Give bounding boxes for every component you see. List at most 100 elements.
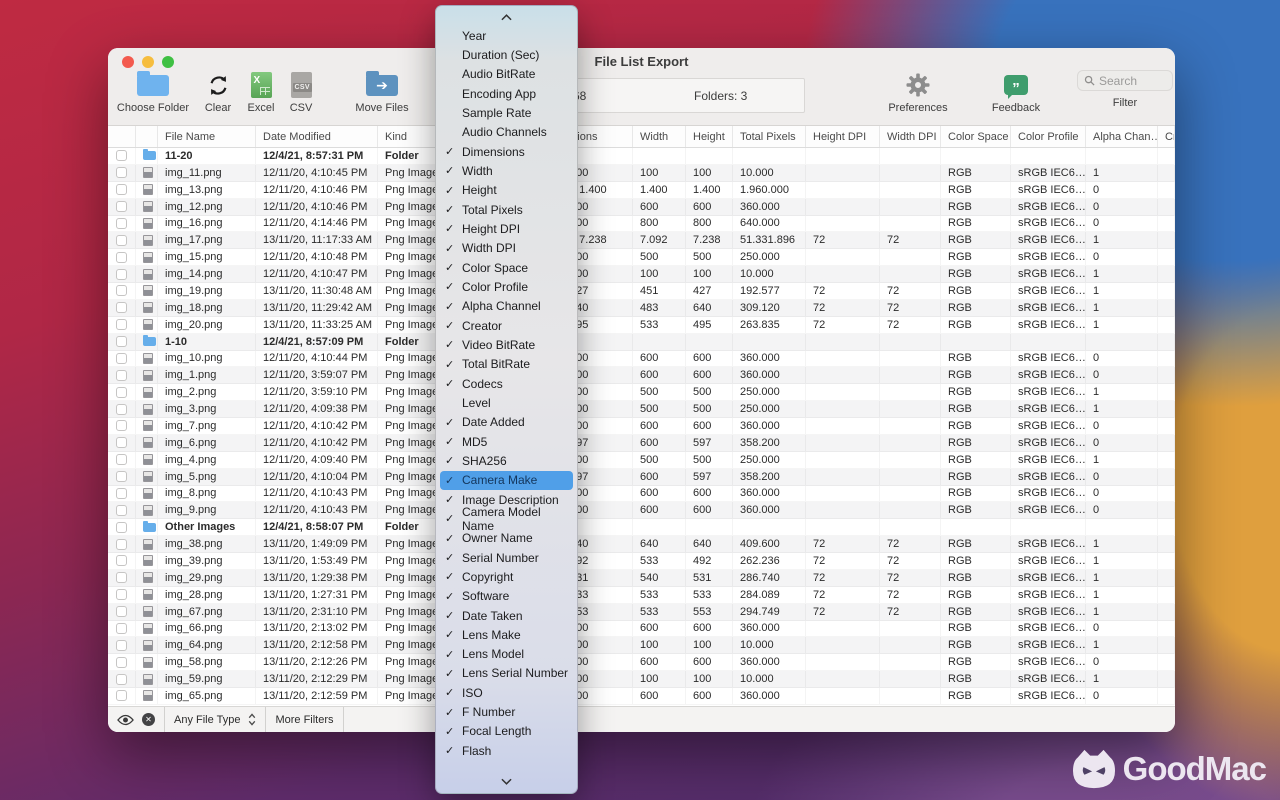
row-checkbox[interactable]: [116, 589, 127, 600]
menu-item[interactable]: ✓ Serial Number: [440, 548, 573, 567]
row-checkbox[interactable]: [116, 336, 127, 347]
menu-item[interactable]: ✓ Date Added: [440, 413, 573, 432]
row-checkbox[interactable]: [116, 437, 127, 448]
row-checkbox[interactable]: [116, 555, 127, 566]
menu-item[interactable]: Encoding App: [440, 84, 573, 103]
row-checkbox[interactable]: [116, 285, 127, 296]
row-checkbox[interactable]: [116, 319, 127, 330]
table-row[interactable]: img_38.png 13/11/20, 1:49:09 PM Png Imag…: [108, 536, 1175, 553]
table-row[interactable]: img_64.png 13/11/20, 2:12:58 PM Png Imag…: [108, 637, 1175, 654]
table-row[interactable]: img_7.png 12/11/20, 4:10:42 PM Png Image…: [108, 418, 1175, 435]
menu-item[interactable]: ✓ Lens Serial Number: [440, 664, 573, 683]
table-row[interactable]: img_59.png 13/11/20, 2:12:29 PM Png Imag…: [108, 671, 1175, 688]
table-row[interactable]: 1-10 12/4/21, 8:57:09 PM Folder: [108, 334, 1175, 351]
menu-item[interactable]: ✓ Lens Make: [440, 625, 573, 644]
table-row[interactable]: img_11.png 12/11/20, 4:10:45 PM Png Imag…: [108, 165, 1175, 182]
table-row[interactable]: img_10.png 12/11/20, 4:10:44 PM Png Imag…: [108, 351, 1175, 368]
menu-item[interactable]: ✓ MD5: [440, 432, 573, 451]
menu-scroll-down[interactable]: [436, 773, 577, 790]
table-row[interactable]: img_58.png 13/11/20, 2:12:26 PM Png Imag…: [108, 654, 1175, 671]
header-width[interactable]: Width: [633, 126, 686, 147]
menu-item[interactable]: Level: [440, 393, 573, 412]
table-row[interactable]: img_66.png 13/11/20, 2:13:02 PM Png Imag…: [108, 621, 1175, 638]
menu-item[interactable]: ✓ Height: [440, 181, 573, 200]
table-row[interactable]: img_6.png 12/11/20, 4:10:42 PM Png Image…: [108, 435, 1175, 452]
table-row[interactable]: img_16.png 12/11/20, 4:14:46 PM Png Imag…: [108, 216, 1175, 233]
feedback-button[interactable]: ” Feedback: [978, 70, 1054, 114]
header-file-name[interactable]: File Name: [158, 126, 256, 147]
table-row[interactable]: img_28.png 13/11/20, 1:27:31 PM Png Imag…: [108, 587, 1175, 604]
menu-item[interactable]: ✓ Owner Name: [440, 529, 573, 548]
menu-item[interactable]: ✓ Software: [440, 587, 573, 606]
menu-item[interactable]: Sample Rate: [440, 103, 573, 122]
menu-item[interactable]: ✓ Camera Model Name: [440, 509, 573, 528]
clear-filter-icon[interactable]: ✕: [142, 713, 155, 726]
table-row[interactable]: img_18.png 13/11/20, 11:29:42 AM Png Ima…: [108, 300, 1175, 317]
menu-item[interactable]: ✓ F Number: [440, 702, 573, 721]
table-row[interactable]: img_3.png 12/11/20, 4:09:38 PM Png Image…: [108, 401, 1175, 418]
eye-icon[interactable]: [117, 714, 134, 726]
menu-item[interactable]: ✓ Alpha Channel: [440, 297, 573, 316]
preferences-button[interactable]: Preferences: [880, 70, 956, 114]
menu-item[interactable]: ✓ ISO: [440, 683, 573, 702]
menu-item[interactable]: Duration (Sec): [440, 45, 573, 64]
row-checkbox[interactable]: [116, 252, 127, 263]
menu-item[interactable]: ✓ Total Pixels: [440, 200, 573, 219]
row-checkbox[interactable]: [116, 353, 127, 364]
table-row[interactable]: img_65.png 13/11/20, 2:12:59 PM Png Imag…: [108, 688, 1175, 705]
table-row[interactable]: img_19.png 13/11/20, 11:30:48 AM Png Ima…: [108, 283, 1175, 300]
table-row[interactable]: img_39.png 13/11/20, 1:53:49 PM Png Imag…: [108, 553, 1175, 570]
menu-item[interactable]: ✓ Creator: [440, 316, 573, 335]
table-row[interactable]: img_13.png 12/11/20, 4:10:46 PM Png Imag…: [108, 182, 1175, 199]
row-checkbox[interactable]: [116, 387, 127, 398]
menu-item[interactable]: ✓ Width: [440, 161, 573, 180]
menu-item[interactable]: Audio Channels: [440, 123, 573, 142]
row-checkbox[interactable]: [116, 488, 127, 499]
row-checkbox[interactable]: [116, 454, 127, 465]
row-checkbox[interactable]: [116, 302, 127, 313]
table-row[interactable]: img_2.png 12/11/20, 3:59:10 PM Png Image…: [108, 384, 1175, 401]
more-filters-button[interactable]: More Filters: [266, 707, 343, 732]
header-width-dpi[interactable]: Width DPI: [880, 126, 941, 147]
table-row[interactable]: img_1.png 12/11/20, 3:59:07 PM Png Image…: [108, 367, 1175, 384]
row-checkbox[interactable]: [116, 522, 127, 533]
menu-item[interactable]: ✓ Video BitRate: [440, 335, 573, 354]
row-checkbox[interactable]: [116, 505, 127, 516]
menu-item[interactable]: ✓ Codecs: [440, 374, 573, 393]
header-height[interactable]: Height: [686, 126, 733, 147]
row-checkbox[interactable]: [116, 370, 127, 381]
row-checkbox[interactable]: [116, 674, 127, 685]
header-kind[interactable]: Kind: [378, 126, 438, 147]
menu-item[interactable]: ✓ Focal Length: [440, 722, 573, 741]
menu-item[interactable]: ✓ Flash: [440, 741, 573, 760]
menu-item[interactable]: ✓ Date Taken: [440, 606, 573, 625]
row-checkbox[interactable]: [116, 184, 127, 195]
menu-item[interactable]: ✓ Color Space: [440, 258, 573, 277]
menu-item[interactable]: ✓ Lens Model: [440, 645, 573, 664]
table-row[interactable]: img_14.png 12/11/20, 4:10:47 PM Png Imag…: [108, 266, 1175, 283]
table-row[interactable]: img_67.png 13/11/20, 2:31:10 PM Png Imag…: [108, 604, 1175, 621]
header-color-space[interactable]: Color Space: [941, 126, 1011, 147]
search-input[interactable]: [1099, 74, 1163, 88]
table-row[interactable]: img_9.png 12/11/20, 4:10:43 PM Png Image…: [108, 502, 1175, 519]
row-checkbox[interactable]: [116, 201, 127, 212]
table-row[interactable]: img_5.png 12/11/20, 4:10:04 PM Png Image…: [108, 469, 1175, 486]
row-checkbox[interactable]: [116, 404, 127, 415]
table-row[interactable]: img_12.png 12/11/20, 4:10:46 PM Png Imag…: [108, 199, 1175, 216]
table-row[interactable]: img_15.png 12/11/20, 4:10:48 PM Png Imag…: [108, 249, 1175, 266]
header-alpha-channel[interactable]: Alpha Chan…: [1086, 126, 1158, 147]
header-total-pixels[interactable]: Total Pixels: [733, 126, 806, 147]
menu-item[interactable]: ✓ Copyright: [440, 567, 573, 586]
menu-item[interactable]: Year: [440, 26, 573, 45]
menu-item[interactable]: ✓ SHA256: [440, 451, 573, 470]
menu-item[interactable]: Audio BitRate: [440, 65, 573, 84]
search-field[interactable]: [1077, 70, 1173, 91]
row-checkbox[interactable]: [116, 235, 127, 246]
row-checkbox[interactable]: [116, 640, 127, 651]
menu-item[interactable]: ✓ Color Profile: [440, 277, 573, 296]
move-files-button[interactable]: ➔ Move Files: [344, 70, 420, 114]
header-creator[interactable]: Cr: [1158, 126, 1175, 147]
table-row[interactable]: img_17.png 13/11/20, 11:17:33 AM Png Ima…: [108, 232, 1175, 249]
row-checkbox[interactable]: [116, 623, 127, 634]
row-checkbox[interactable]: [116, 657, 127, 668]
